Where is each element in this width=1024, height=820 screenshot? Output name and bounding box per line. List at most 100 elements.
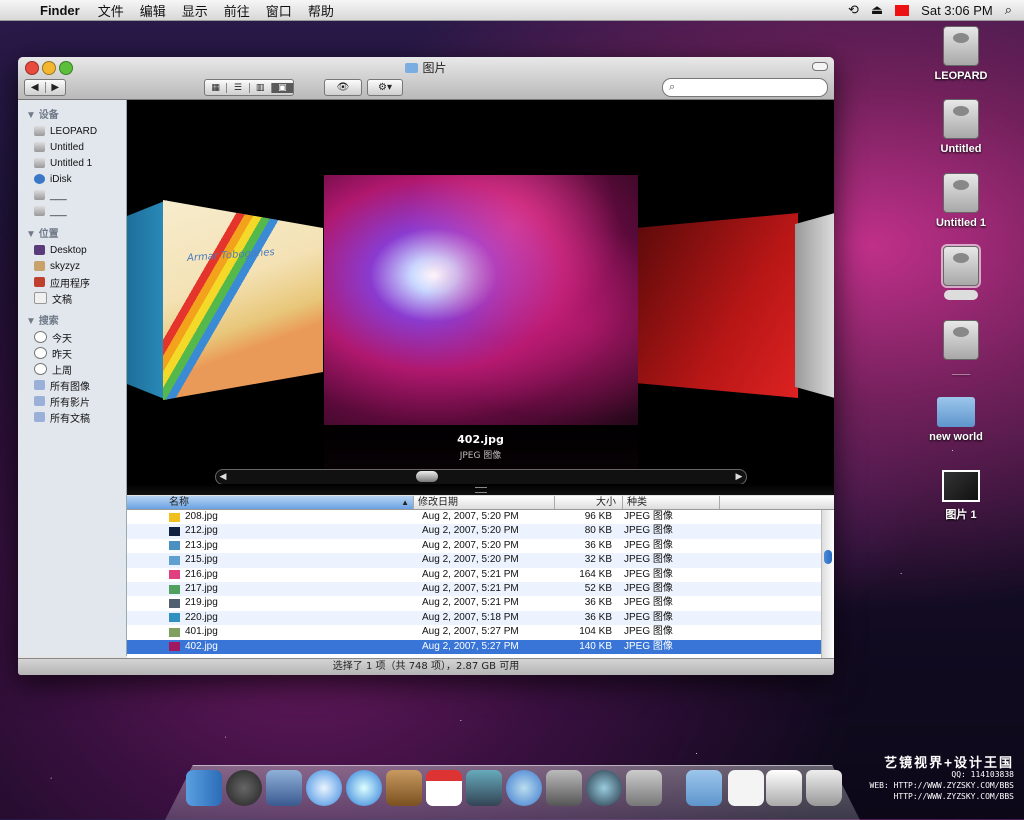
dock-iphoto-icon[interactable] bbox=[466, 770, 502, 806]
back-button[interactable]: ◀ bbox=[25, 82, 46, 93]
app-menu[interactable]: Finder bbox=[40, 3, 80, 18]
desktop-icon-untitled[interactable]: Untitled bbox=[921, 99, 1001, 155]
table-row[interactable]: 213.jpg Aug 2, 2007, 5:20 PM 36 KB JPEG 图像 bbox=[127, 539, 834, 553]
file-kind-cell: JPEG 图像 bbox=[624, 597, 673, 609]
coverflow-view-button[interactable]: ▣ bbox=[271, 82, 293, 93]
menu-window[interactable]: 窗口 bbox=[266, 1, 292, 20]
coverflow-image[interactable] bbox=[127, 200, 167, 400]
column-header-kind[interactable]: 种类 bbox=[623, 496, 720, 509]
file-name-cell: 219.jpg bbox=[127, 596, 414, 610]
menu-view[interactable]: 显示 bbox=[182, 1, 208, 20]
dock-document-icon[interactable] bbox=[728, 770, 764, 806]
dock-trash-icon[interactable] bbox=[806, 770, 842, 806]
dock-safari-icon[interactable] bbox=[306, 770, 342, 806]
table-row[interactable]: 402.jpg Aug 2, 2007, 5:27 PM 140 KB JPEG 图像 bbox=[127, 639, 834, 654]
desktop-icon-pictures-1[interactable]: 图片 1 bbox=[921, 470, 1001, 522]
sidebar-header-devices[interactable]: ▼ 设备 bbox=[26, 106, 126, 121]
forward-button[interactable]: ▶ bbox=[46, 82, 66, 93]
sidebar-item-leopard[interactable]: LEOPARD bbox=[18, 123, 126, 139]
dock-address-book-icon[interactable] bbox=[386, 770, 422, 806]
clock-icon bbox=[34, 347, 47, 359]
menu-file[interactable]: 文件 bbox=[98, 1, 124, 20]
dock-screenshot-icon[interactable] bbox=[766, 770, 802, 806]
dock-finder-icon[interactable] bbox=[186, 770, 222, 806]
table-row[interactable]: 215.jpg Aug 2, 2007, 5:20 PM 32 KB JPEG 图像 bbox=[127, 553, 834, 568]
dock-itunes-icon[interactable] bbox=[506, 770, 542, 806]
table-row[interactable]: 217.jpg Aug 2, 2007, 5:21 PM 52 KB JPEG 图像 bbox=[127, 581, 834, 597]
scroll-right-button[interactable]: ▶ bbox=[732, 470, 746, 484]
desktop-icon-new-world[interactable]: new world bbox=[916, 397, 996, 443]
table-row[interactable]: 219.jpg Aug 2, 2007, 5:21 PM 36 KB JPEG 图像 bbox=[127, 596, 834, 610]
sidebar-item-today[interactable]: 今天 bbox=[18, 329, 126, 345]
scroll-thumb[interactable] bbox=[824, 550, 832, 564]
sidebar-item-home[interactable]: skyzyz bbox=[18, 258, 126, 274]
scroll-left-button[interactable]: ◀ bbox=[216, 470, 230, 484]
action-menu-button[interactable]: ⚙▾ bbox=[367, 79, 403, 96]
dock-dashboard-icon[interactable] bbox=[226, 770, 262, 806]
sidebar-item-all-images[interactable]: 所有图像 bbox=[18, 377, 126, 393]
sidebar-item-documents[interactable]: 文稿 bbox=[18, 290, 126, 306]
dock-system-preferences-icon[interactable] bbox=[626, 770, 662, 806]
image-thumbnail-icon bbox=[169, 642, 180, 652]
dock-folder-icon[interactable] bbox=[686, 770, 722, 806]
status-bar: 选择了 1 项（共 748 项），2.87 GB 可用 bbox=[18, 658, 834, 675]
sidebar-item-drive[interactable]: ___ bbox=[18, 187, 126, 203]
quick-look-button[interactable]: 👁 bbox=[324, 79, 362, 96]
list-view-button[interactable]: ☰ bbox=[227, 82, 250, 93]
column-header-date[interactable]: 修改日期 bbox=[414, 496, 555, 509]
menu-edit[interactable]: 编辑 bbox=[140, 1, 166, 20]
sidebar-item-yesterday[interactable]: 昨天 bbox=[18, 345, 126, 361]
sidebar-header-search[interactable]: ▼ 搜索 bbox=[26, 312, 126, 327]
sidebar-item-untitled-1[interactable]: Untitled 1 bbox=[18, 155, 126, 171]
coverflow-image[interactable] bbox=[795, 213, 834, 398]
time-machine-icon[interactable]: ⟲ bbox=[848, 2, 859, 18]
file-name-cell: 401.jpg bbox=[127, 625, 414, 639]
desktop-icon-untitled-1[interactable]: Untitled 1 bbox=[921, 173, 1001, 229]
rename-field[interactable] bbox=[944, 290, 978, 300]
table-row[interactable]: 401.jpg Aug 2, 2007, 5:27 PM 104 KB JPEG 图像 bbox=[127, 625, 834, 639]
sidebar-item-untitled[interactable]: Untitled bbox=[18, 139, 126, 155]
sidebar-item-idisk[interactable]: iDisk bbox=[18, 171, 126, 187]
sidebar-item-desktop[interactable]: Desktop bbox=[18, 242, 126, 258]
dock-ical-icon[interactable] bbox=[426, 770, 462, 806]
dock-time-machine-icon[interactable] bbox=[586, 770, 622, 806]
coverflow-scrollbar[interactable]: ◀ ▶ bbox=[215, 469, 747, 485]
gear-icon: ⚙▾ bbox=[378, 82, 392, 93]
sidebar-item-all-documents[interactable]: 所有文稿 bbox=[18, 409, 126, 425]
input-source-flag-icon[interactable] bbox=[895, 4, 910, 16]
coverflow-selected-image[interactable] bbox=[324, 175, 638, 425]
file-date-cell: Aug 2, 2007, 5:21 PM bbox=[422, 597, 519, 609]
desktop-icon-drive[interactable]: ___ bbox=[921, 320, 1001, 376]
eject-icon[interactable]: ⏏ bbox=[871, 2, 883, 18]
dock-ichat-icon[interactable] bbox=[346, 770, 382, 806]
menubar-clock[interactable]: Sat 3:06 PM bbox=[921, 3, 993, 18]
column-view-button[interactable]: ▥ bbox=[250, 82, 272, 93]
desktop-icon-drive-selected[interactable] bbox=[921, 244, 1001, 300]
coverflow-scroll-thumb[interactable] bbox=[416, 471, 438, 482]
sidebar-item-last-week[interactable]: 上周 bbox=[18, 361, 126, 377]
vertical-scrollbar[interactable] bbox=[821, 510, 834, 659]
pane-splitter[interactable] bbox=[127, 484, 834, 495]
table-row[interactable]: 216.jpg Aug 2, 2007, 5:21 PM 164 KB JPEG 图像 bbox=[127, 568, 834, 582]
table-row[interactable]: 220.jpg Aug 2, 2007, 5:18 PM 36 KB JPEG 图像 bbox=[127, 610, 834, 626]
sidebar-item-applications[interactable]: 应用程序 bbox=[18, 274, 126, 290]
dock-mail-icon[interactable] bbox=[266, 770, 302, 806]
table-row[interactable]: 208.jpg Aug 2, 2007, 5:20 PM 96 KB JPEG 图像 bbox=[127, 510, 834, 524]
sidebar-item-all-movies[interactable]: 所有影片 bbox=[18, 393, 126, 409]
sidebar-item-drive[interactable]: ___ bbox=[18, 203, 126, 219]
menu-go[interactable]: 前往 bbox=[224, 1, 250, 20]
menu-help[interactable]: 帮助 bbox=[308, 1, 334, 20]
desktop-icon-leopard[interactable]: LEOPARD bbox=[921, 26, 1001, 82]
spotlight-search-icon[interactable]: ⌕ bbox=[1005, 2, 1012, 18]
window-titlebar[interactable]: 图片 ◀ ▶ ▦ ☰ ▥ ▣ 👁 ⚙▾ ⌕ bbox=[18, 57, 834, 100]
dock-spaces-icon[interactable] bbox=[546, 770, 582, 806]
sidebar-header-places[interactable]: ▼ 位置 bbox=[26, 225, 126, 240]
coverflow-image[interactable] bbox=[638, 213, 798, 398]
file-date-cell: Aug 2, 2007, 5:21 PM bbox=[422, 568, 519, 580]
toolbar-toggle-button[interactable] bbox=[812, 62, 828, 71]
column-header-size[interactable]: 大小 bbox=[555, 496, 623, 509]
column-header-name[interactable]: 名称 bbox=[127, 496, 414, 509]
icon-view-button[interactable]: ▦ bbox=[205, 82, 228, 93]
table-row[interactable]: 212.jpg Aug 2, 2007, 5:20 PM 80 KB JPEG 图像 bbox=[127, 524, 834, 539]
search-field[interactable]: ⌕ bbox=[662, 78, 828, 97]
